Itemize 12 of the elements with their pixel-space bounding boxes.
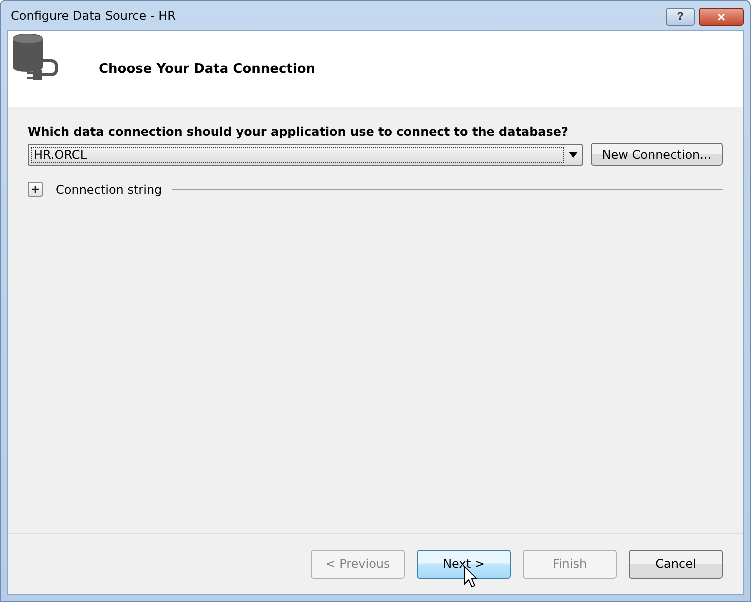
wizard-button[interactable]: Next > (417, 550, 511, 578)
connection-prompt: Which data connection should your application use to connect to the database? (28, 125, 570, 139)
new-connection-button[interactable]: New Connection... (590, 143, 723, 166)
wizard-button[interactable]: Cancel (629, 550, 723, 578)
page-title: Choose Your Data Connection (99, 62, 316, 76)
connection-dropdown[interactable]: HR.ORCL (28, 144, 583, 166)
help-button[interactable]: ? (666, 8, 695, 26)
connection-string-label: Connection string (56, 182, 162, 196)
dropdown-arrow-icon (568, 152, 578, 158)
plus-icon (31, 185, 40, 194)
window-title: Configure Data Source - HR (10, 8, 176, 22)
expand-button[interactable] (28, 182, 43, 197)
